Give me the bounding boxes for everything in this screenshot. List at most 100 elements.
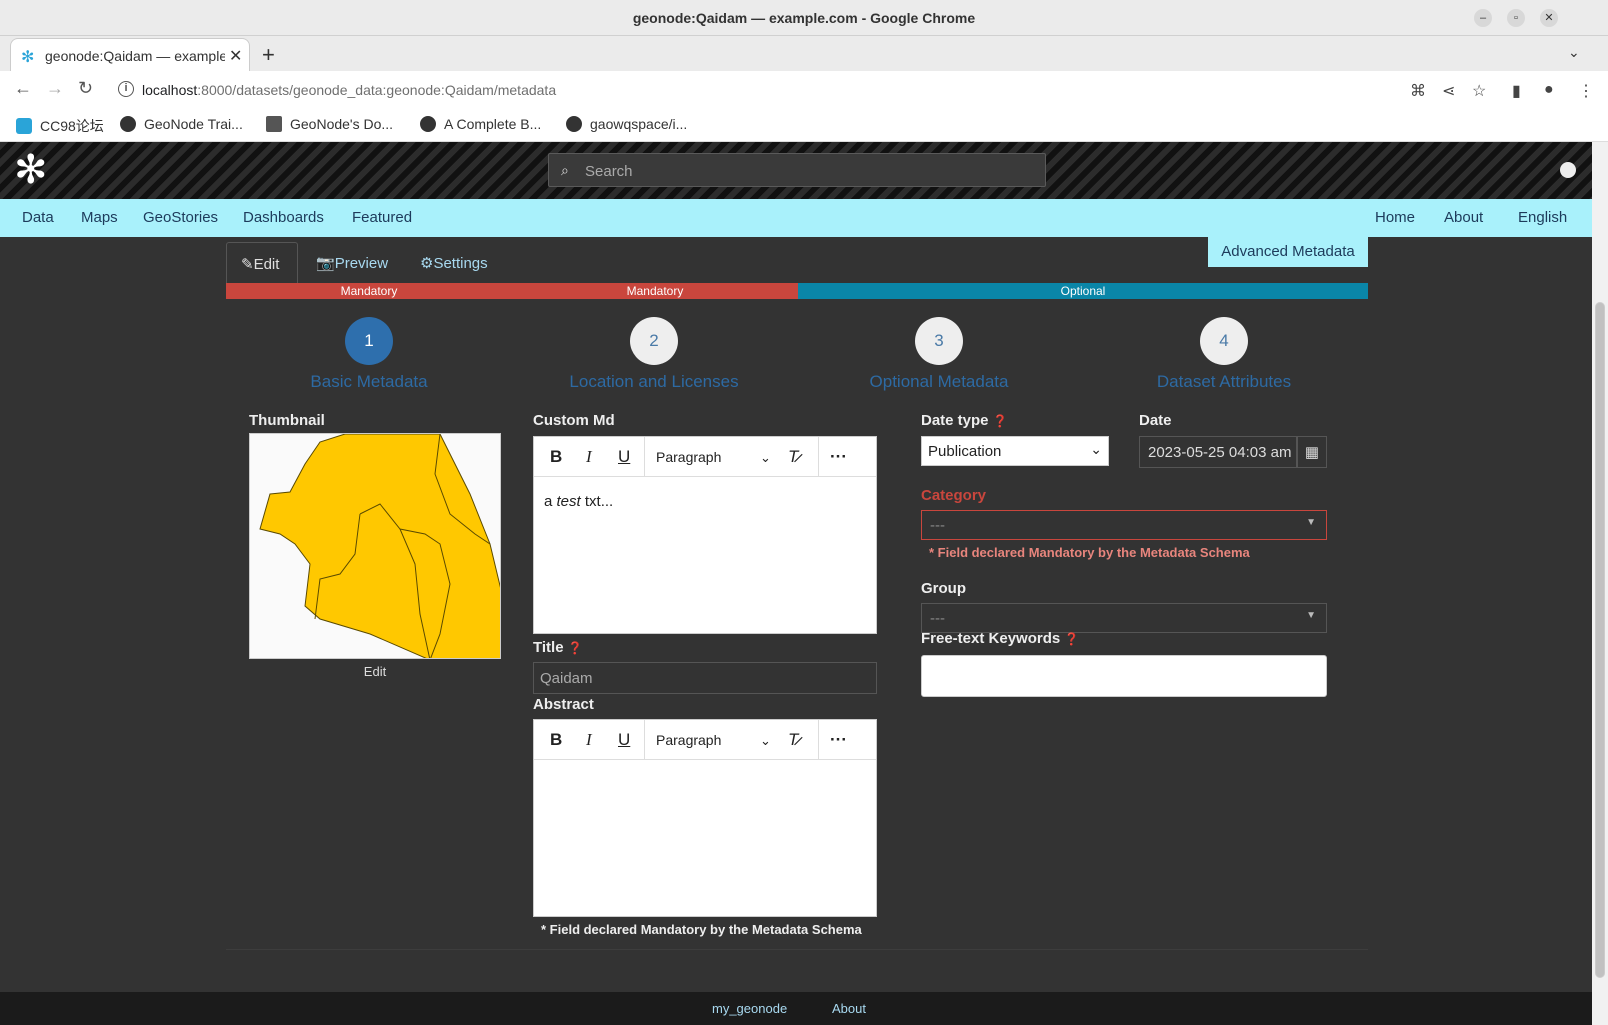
- italic-icon[interactable]: I: [586, 730, 592, 750]
- keywords-label: Free-text Keywords ❓: [921, 630, 1080, 647]
- group-select[interactable]: --- ▼: [921, 603, 1327, 633]
- keywords-input[interactable]: [921, 655, 1327, 697]
- step-2-circle[interactable]: 2: [630, 317, 678, 365]
- user-avatar[interactable]: [1560, 162, 1576, 178]
- bold-icon[interactable]: B: [550, 447, 562, 467]
- menu-home[interactable]: Home: [1375, 209, 1415, 226]
- menu-maps[interactable]: Maps: [81, 209, 118, 226]
- menu-geostories[interactable]: GeoStories: [143, 209, 218, 226]
- page-scrollbar[interactable]: [1592, 142, 1608, 1025]
- category-mandatory-note: * Field declared Mandatory by the Metada…: [929, 545, 1250, 560]
- footer-link-my-geonode[interactable]: my_geonode: [712, 1001, 787, 1016]
- help-icon[interactable]: ❓: [993, 414, 1008, 428]
- share-icon[interactable]: ⋖: [1442, 81, 1455, 101]
- geonode-favicon-icon: ✻: [21, 49, 35, 66]
- footer-link-about[interactable]: About: [832, 1001, 866, 1016]
- caret-down-icon: ▼: [1306, 610, 1316, 621]
- browser-toolbar: ← → ↻ i localhost:8000/datasets/geonode_…: [0, 71, 1608, 110]
- custom-md-editor[interactable]: B I U Paragraph ⌄ T̷ ··· a test txt...: [533, 436, 877, 634]
- bookmark-item[interactable]: CC98论坛: [16, 116, 104, 136]
- browser-tab[interactable]: ✻ geonode:Qaidam — example.com ✕: [10, 38, 250, 71]
- calendar-icon[interactable]: ▦: [1297, 436, 1327, 468]
- translate-icon[interactable]: ⌘: [1410, 81, 1426, 101]
- bookmark-item[interactable]: GeoNode Trai...: [120, 116, 243, 132]
- menu-data[interactable]: Data: [22, 209, 54, 226]
- address-bar[interactable]: i localhost:8000/datasets/geonode_data:g…: [110, 75, 1440, 105]
- tab-preview[interactable]: 📷Preview: [316, 242, 388, 284]
- more-options-icon[interactable]: ···: [830, 730, 847, 750]
- abstract-editor[interactable]: B I U Paragraph ⌄ T̷ ···: [533, 719, 877, 917]
- abstract-label: Abstract: [533, 696, 594, 713]
- close-window-icon[interactable]: ✕: [1540, 9, 1558, 27]
- step-3-circle[interactable]: 3: [915, 317, 963, 365]
- menu-featured[interactable]: Featured: [352, 209, 412, 226]
- site-info-icon[interactable]: i: [118, 81, 134, 97]
- date-type-select[interactable]: Publication ⌄: [921, 436, 1109, 466]
- scrollbar-thumb[interactable]: [1595, 302, 1605, 978]
- step-4-circle[interactable]: 4: [1200, 317, 1248, 365]
- bold-icon[interactable]: B: [550, 730, 562, 750]
- step-1-circle[interactable]: 1: [345, 317, 393, 365]
- menu-language[interactable]: English: [1518, 209, 1567, 226]
- advanced-metadata-button[interactable]: Advanced Metadata: [1208, 237, 1368, 267]
- menu-about[interactable]: About: [1444, 209, 1483, 226]
- thumbnail-label: Thumbnail: [249, 412, 325, 429]
- bookmark-star-icon[interactable]: ☆: [1472, 81, 1486, 101]
- progress-mandatory-2: Mandatory: [512, 283, 798, 299]
- minimize-icon[interactable]: –: [1474, 9, 1492, 27]
- new-tab-icon[interactable]: +: [262, 42, 275, 68]
- search-input[interactable]: [585, 160, 1025, 182]
- thumbnail-image[interactable]: [249, 433, 501, 659]
- geonode-logo-icon[interactable]: ✻: [14, 150, 48, 190]
- tab-edit[interactable]: ✎Edit: [226, 242, 298, 284]
- metadata-tabs: ✎Edit 📷Preview ⚙Settings: [226, 242, 1366, 284]
- date-input[interactable]: 2023-05-25 04:03 am: [1139, 436, 1297, 468]
- side-panel-icon[interactable]: ▮: [1512, 81, 1521, 101]
- bookmark-item[interactable]: gaowqspace/i...: [566, 116, 687, 132]
- title-input[interactable]: Qaidam: [533, 662, 877, 694]
- help-icon[interactable]: ❓: [1064, 632, 1079, 646]
- clear-format-icon[interactable]: T̷: [788, 730, 798, 750]
- more-options-icon[interactable]: ···: [830, 447, 847, 467]
- underline-icon[interactable]: U: [618, 447, 630, 467]
- bookmarks-bar: CC98论坛 GeoNode Trai... GeoNode's Do... A…: [0, 110, 1608, 142]
- thumbnail-edit-link[interactable]: Edit: [249, 664, 501, 679]
- custom-md-content[interactable]: a test txt...: [544, 493, 613, 510]
- category-select[interactable]: --- ▼: [921, 510, 1327, 540]
- search-box[interactable]: ⌕: [548, 153, 1046, 187]
- chevron-down-icon[interactable]: ⌄: [760, 450, 771, 466]
- step-3-label[interactable]: Optional Metadata: [819, 372, 1059, 392]
- site-footer: my_geonode About: [0, 992, 1592, 1025]
- paragraph-select[interactable]: Paragraph: [656, 449, 721, 465]
- underline-icon[interactable]: U: [618, 730, 630, 750]
- close-tab-icon[interactable]: ✕: [229, 46, 242, 66]
- section-divider: [226, 949, 1368, 950]
- pencil-icon: ✎: [241, 256, 254, 273]
- menu-dashboards[interactable]: Dashboards: [243, 209, 324, 226]
- clear-format-icon[interactable]: T̷: [788, 447, 798, 467]
- forward-icon[interactable]: →: [46, 78, 64, 99]
- restore-icon[interactable]: ▫: [1507, 9, 1525, 27]
- reload-icon[interactable]: ↻: [78, 78, 93, 99]
- back-icon[interactable]: ←: [14, 78, 32, 99]
- progress-optional: Optional: [798, 283, 1368, 299]
- step-1-label[interactable]: Basic Metadata: [249, 372, 489, 392]
- tab-search-chevron-icon[interactable]: ⌄: [1568, 44, 1580, 61]
- tab-settings[interactable]: ⚙Settings: [420, 242, 488, 284]
- chevron-down-icon: ⌄: [1090, 441, 1102, 457]
- profile-icon[interactable]: ●: [1544, 81, 1554, 99]
- step-2-label[interactable]: Location and Licenses: [534, 372, 774, 392]
- paragraph-select[interactable]: Paragraph: [656, 732, 721, 748]
- italic-icon[interactable]: I: [586, 447, 592, 467]
- title-label: Title ❓: [533, 639, 583, 656]
- qaidam-map-thumbnail: [259, 434, 500, 658]
- url-text: localhost:8000/datasets/geonode_data:geo…: [142, 82, 557, 98]
- page-viewport: ✻ ⌕ Data Maps GeoStories Dashboards Feat…: [0, 142, 1592, 1025]
- bookmark-item[interactable]: GeoNode's Do...: [266, 116, 393, 132]
- browser-tab-title: geonode:Qaidam — example.com: [45, 48, 225, 64]
- menu-kebab-icon[interactable]: ⋮: [1578, 81, 1594, 101]
- step-4-label[interactable]: Dataset Attributes: [1104, 372, 1344, 392]
- help-icon[interactable]: ❓: [568, 641, 583, 655]
- chevron-down-icon[interactable]: ⌄: [760, 733, 771, 749]
- bookmark-item[interactable]: A Complete B...: [420, 116, 541, 132]
